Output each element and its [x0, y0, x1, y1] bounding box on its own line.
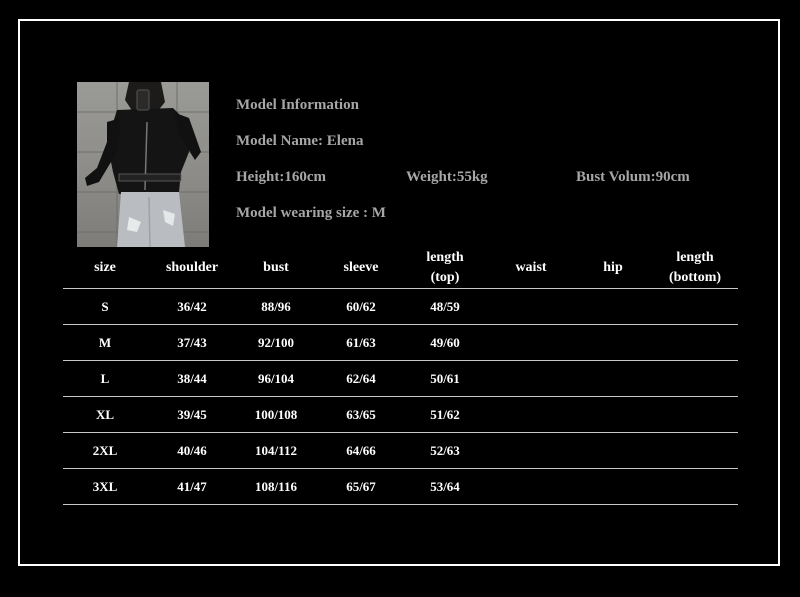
model-info-heading: Model Information — [236, 97, 359, 113]
row-3xl-length-top: 53/64 — [430, 479, 460, 494]
row-m-shoulder: 37/43 — [177, 335, 207, 350]
header-waist: waist — [515, 260, 547, 275]
header-length-bottom: length (bottom) — [654, 248, 736, 288]
row-xl-sleeve: 63/65 — [346, 407, 376, 422]
row-l-sleeve: 62/64 — [346, 371, 376, 386]
row-3xl-size: 3XL — [92, 479, 118, 494]
row-s-shoulder: 36/42 — [177, 299, 207, 314]
header-sleeve: sleeve — [343, 260, 379, 275]
row-divider — [63, 432, 738, 433]
model-weight: Weight:55kg — [406, 169, 488, 185]
header-length-top-line1: length — [426, 250, 464, 265]
header-shoulder: shoulder — [165, 260, 219, 275]
row-xl-length-top: 51/62 — [430, 407, 460, 422]
header-length-top: length (top) — [404, 248, 486, 288]
row-s-bust: 88/96 — [261, 299, 291, 314]
model-wearing-size: Model wearing size : M — [236, 205, 386, 221]
row-xl-size: XL — [95, 407, 115, 422]
row-l-bust: 96/104 — [257, 371, 295, 386]
header-length-top-line2: (top) — [430, 270, 460, 285]
header-length-bottom-line1: length — [676, 250, 714, 265]
row-2xl-sleeve: 64/66 — [346, 443, 376, 458]
row-2xl-size: 2XL — [92, 443, 118, 458]
model-photo — [77, 82, 209, 247]
row-xl-bust: 100/108 — [254, 407, 298, 422]
row-divider — [63, 324, 738, 325]
row-m-bust: 92/100 — [257, 335, 295, 350]
header-length-bottom-line2: (bottom) — [668, 270, 722, 285]
row-m-sleeve: 61/63 — [346, 335, 376, 350]
row-l-length-top: 50/61 — [430, 371, 460, 386]
row-divider — [63, 504, 738, 505]
header-bust: bust — [263, 260, 289, 275]
row-l-shoulder: 38/44 — [177, 371, 207, 386]
row-l-size: L — [100, 371, 110, 386]
row-divider — [63, 360, 738, 361]
header-size: size — [94, 260, 116, 275]
row-2xl-length-top: 52/63 — [430, 443, 460, 458]
row-3xl-sleeve: 65/67 — [346, 479, 376, 494]
row-s-length-top: 48/59 — [430, 299, 460, 314]
row-s-sleeve: 60/62 — [346, 299, 376, 314]
row-3xl-bust: 108/116 — [255, 479, 297, 494]
row-2xl-shoulder: 40/46 — [177, 443, 207, 458]
row-3xl-shoulder: 41/47 — [177, 479, 207, 494]
row-m-size: M — [98, 335, 112, 350]
header-hip: hip — [603, 260, 623, 275]
model-height: Height:160cm — [236, 169, 326, 185]
model-bust: Bust Volum:90cm — [576, 169, 690, 185]
header-divider — [63, 288, 738, 289]
model-name: Model Name: Elena — [236, 133, 364, 149]
row-divider — [63, 396, 738, 397]
row-divider — [63, 468, 738, 469]
row-2xl-bust: 104/112 — [255, 443, 297, 458]
row-xl-shoulder: 39/45 — [177, 407, 207, 422]
row-s-size: S — [101, 299, 109, 314]
row-m-length-top: 49/60 — [430, 335, 460, 350]
